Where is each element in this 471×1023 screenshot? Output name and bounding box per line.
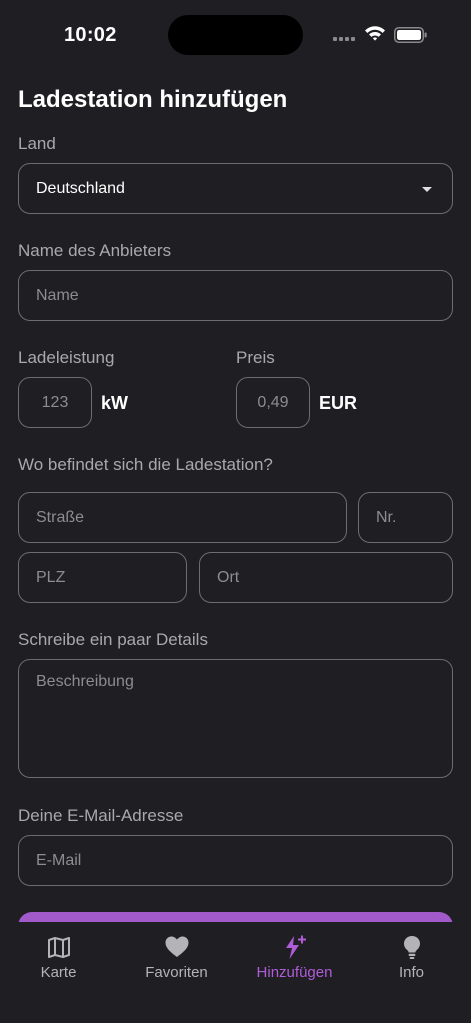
tab-hinzufuegen-label: Hinzufügen xyxy=(256,964,333,981)
street-input[interactable]: Straße xyxy=(18,492,347,543)
tab-info-label: Info xyxy=(398,964,425,981)
price-input[interactable]: 0,49 xyxy=(236,377,310,428)
description-textarea[interactable]: Beschreibung xyxy=(18,659,453,778)
description-placeholder: Beschreibung xyxy=(36,673,134,690)
zip-input[interactable]: PLZ xyxy=(18,552,187,603)
email-placeholder: E-Mail xyxy=(36,851,82,869)
battery-icon xyxy=(394,27,427,43)
power-placeholder: 123 xyxy=(41,393,69,411)
bolt-plus-icon xyxy=(285,935,306,959)
power-input[interactable]: 123 xyxy=(18,377,92,428)
country-select-value: Deutschland xyxy=(36,179,125,197)
house-number-input[interactable]: Nr. xyxy=(358,492,453,543)
email-input[interactable]: E-Mail xyxy=(18,835,453,886)
heart-icon xyxy=(165,936,188,957)
page-title: Ladestation hinzufügen xyxy=(18,86,288,113)
dropdown-arrow-icon xyxy=(422,187,432,192)
screen: 10:02 Ladestation hinzufügen Land Deutsc… xyxy=(0,0,471,1023)
tab-hinzufuegen[interactable]: Hinzufügen xyxy=(236,922,353,992)
house-number-placeholder: Nr. xyxy=(376,508,397,526)
provider-name-input[interactable]: Name xyxy=(18,270,453,321)
status-bar: 10:02 xyxy=(0,0,471,70)
email-label: Deine E-Mail-Adresse xyxy=(18,806,184,825)
country-label: Land xyxy=(18,134,56,153)
details-label: Schreibe ein paar Details xyxy=(18,630,208,649)
lightbulb-icon xyxy=(403,936,420,959)
tab-info[interactable]: Info xyxy=(353,922,470,992)
price-unit: EUR xyxy=(319,393,358,413)
zip-placeholder: PLZ xyxy=(36,568,66,586)
status-time: 10:02 xyxy=(64,24,117,46)
tab-favoriten-label: Favoriten xyxy=(145,964,208,981)
cellular-signal-icon xyxy=(333,37,355,41)
price-placeholder: 0,49 xyxy=(257,393,289,411)
map-icon xyxy=(47,937,70,958)
city-input[interactable]: Ort xyxy=(199,552,453,603)
tab-bar: Karte Favoriten Hinzufügen Info xyxy=(0,922,471,1023)
street-placeholder: Straße xyxy=(36,508,85,526)
wifi-icon xyxy=(365,26,385,41)
location-label: Wo befindet sich die Ladestation? xyxy=(18,455,273,474)
country-select[interactable]: Deutschland xyxy=(18,163,453,214)
dynamic-island xyxy=(168,15,303,55)
tab-karte-label: Karte xyxy=(40,964,77,981)
tab-favoriten[interactable]: Favoriten xyxy=(118,922,235,992)
provider-label: Name des Anbieters xyxy=(18,241,172,260)
provider-name-placeholder: Name xyxy=(36,286,79,304)
power-unit: kW xyxy=(101,393,128,413)
city-placeholder: Ort xyxy=(217,568,240,586)
price-label: Preis xyxy=(236,348,275,367)
tab-karte[interactable]: Karte xyxy=(0,922,117,992)
power-label: Ladeleistung xyxy=(18,348,115,367)
